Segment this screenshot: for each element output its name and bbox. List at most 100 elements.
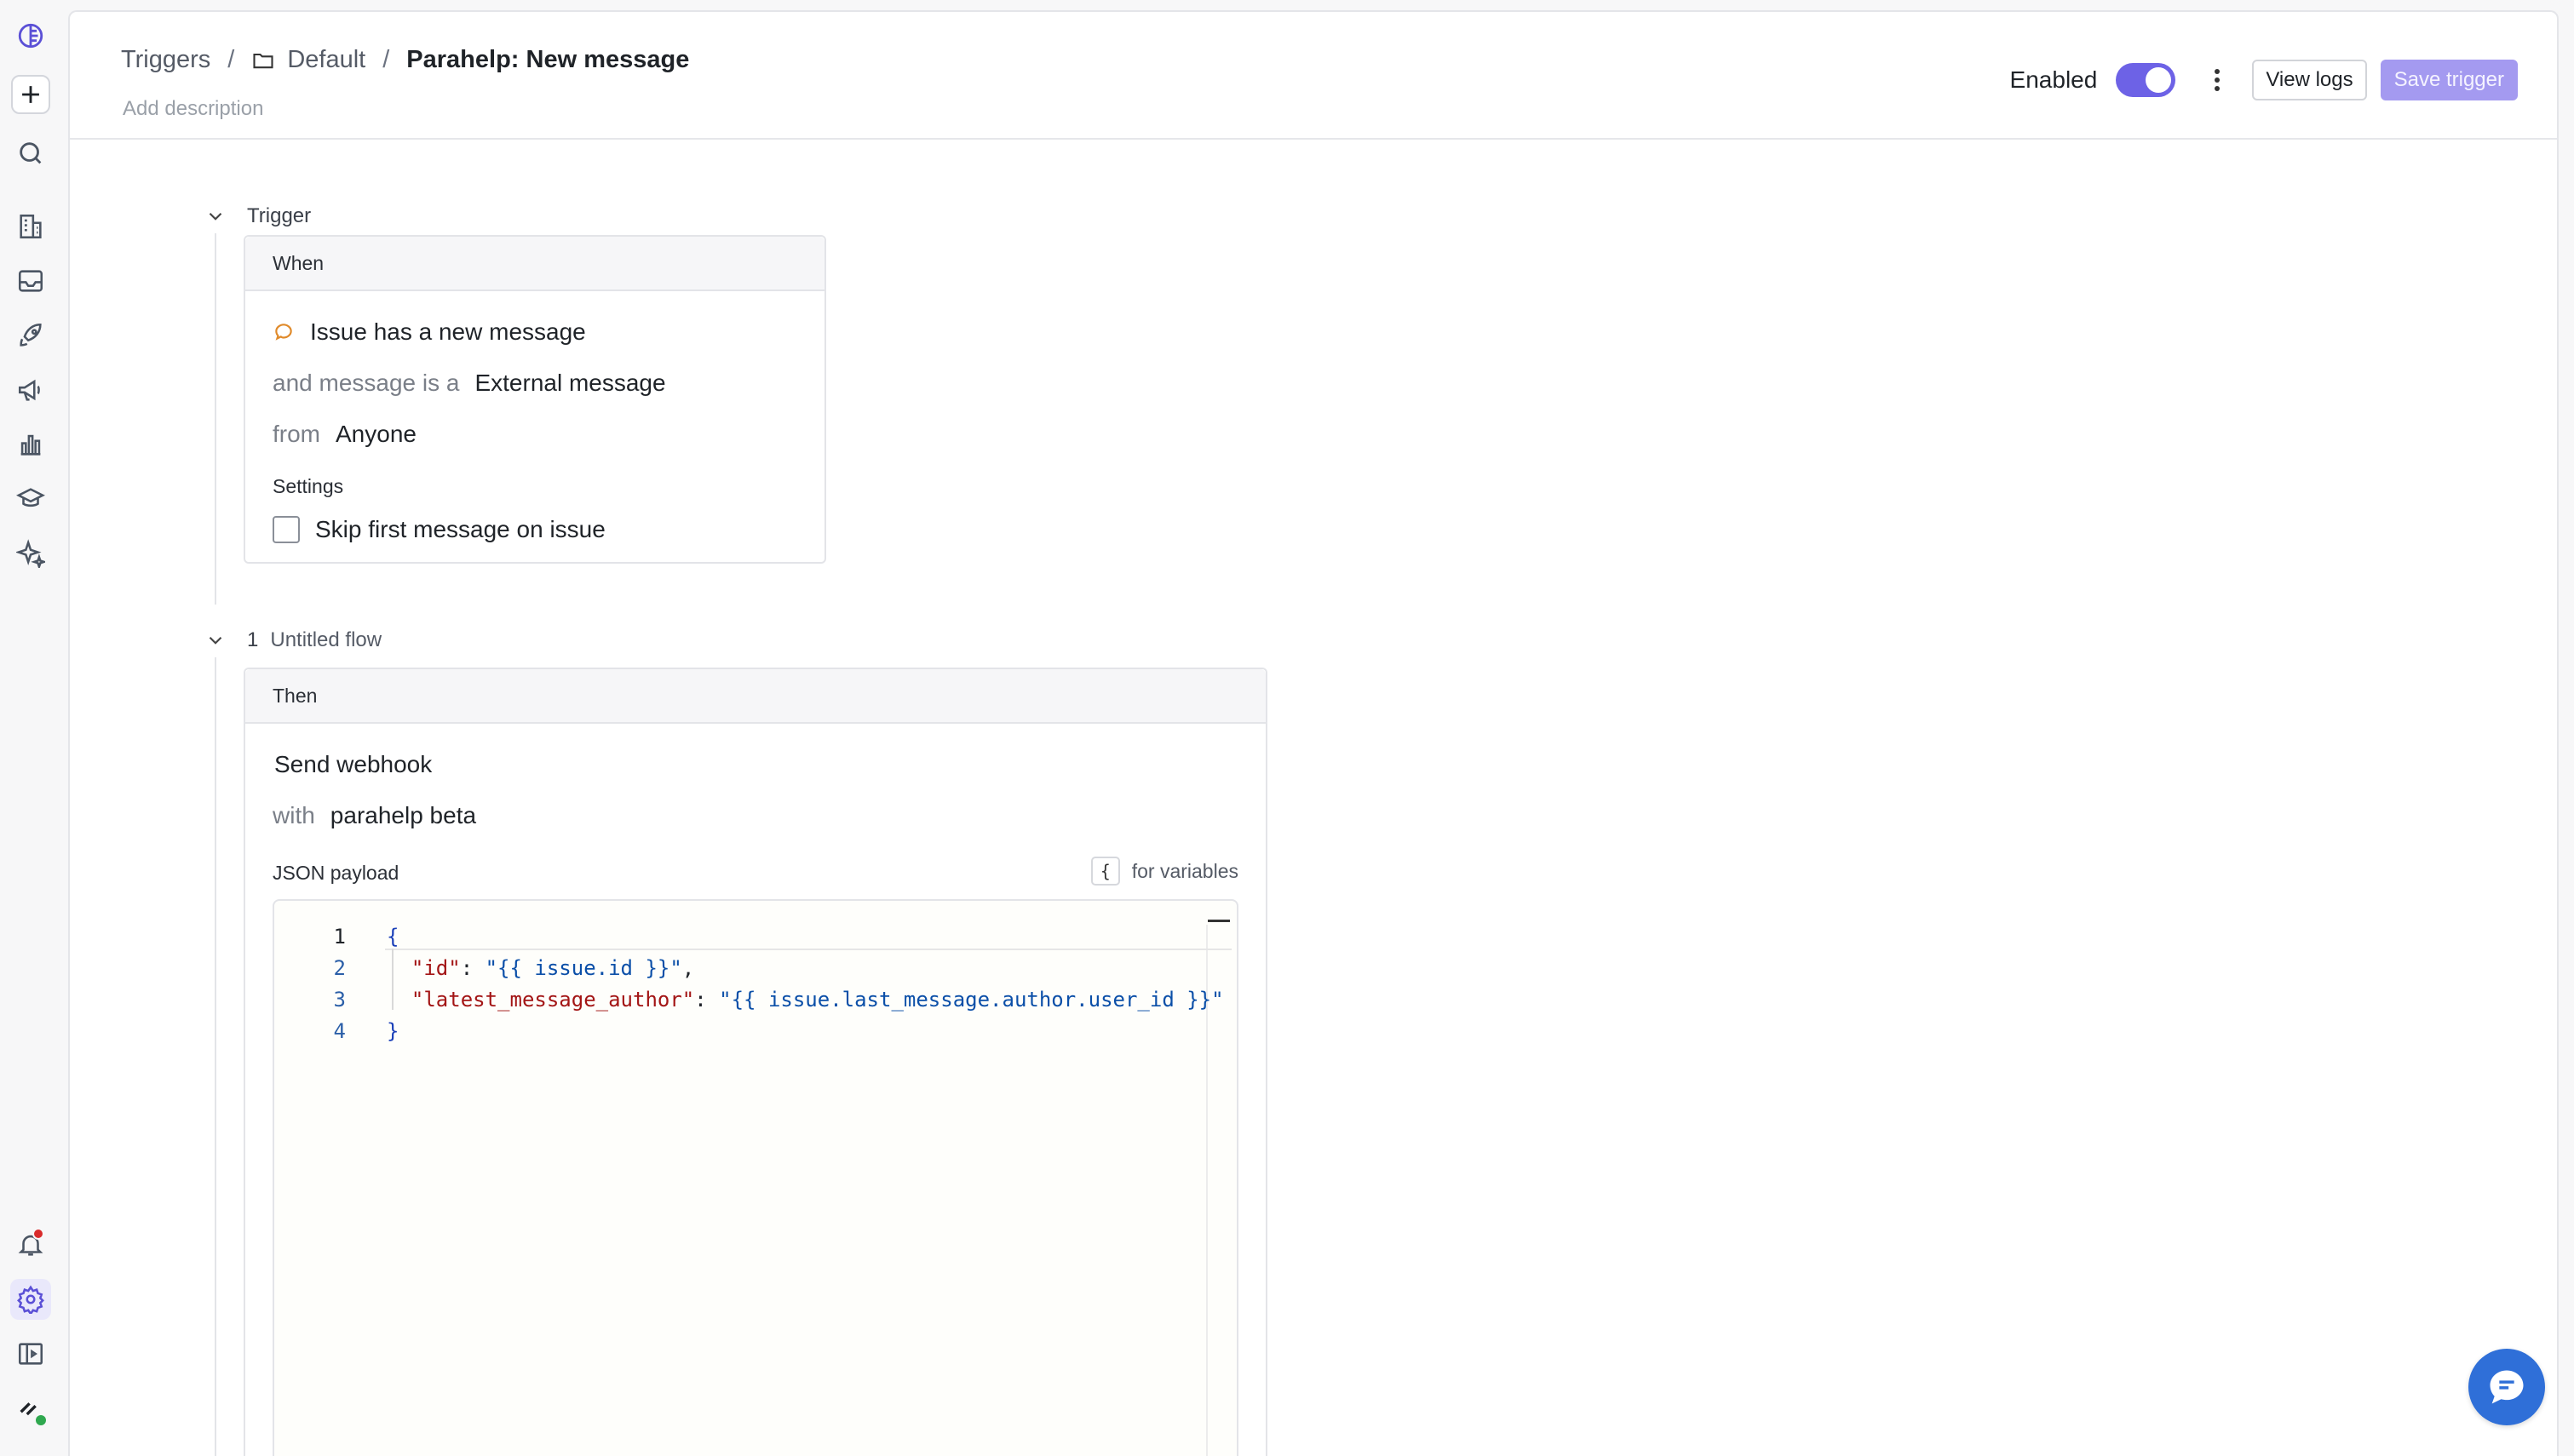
- skip-first-label: Skip first message on issue: [315, 516, 606, 542]
- event-row[interactable]: Issue has a new message: [273, 318, 586, 346]
- code-token: }: [387, 1019, 399, 1043]
- new-item-button[interactable]: [11, 75, 50, 114]
- logo-icon[interactable]: [10, 15, 51, 56]
- breadcrumb-separator: /: [382, 46, 390, 73]
- from-row: from Anyone: [273, 421, 417, 448]
- when-card-header: When: [245, 237, 824, 291]
- flow-number: 1: [247, 628, 259, 651]
- code-token: "{{ issue.last_message.author.user_id }}…: [719, 988, 1224, 1012]
- enabled-label: Enabled: [2009, 66, 2098, 93]
- inbox-icon[interactable]: [10, 261, 51, 301]
- flow-connector-line: [215, 657, 216, 1456]
- when-card: When Issue has a new message and message…: [244, 235, 826, 564]
- enabled-toggle[interactable]: [2116, 63, 2176, 97]
- breadcrumb-separator: /: [227, 46, 235, 73]
- breadcrumb: Triggers / Default / Parahelp: New messa…: [121, 46, 689, 74]
- webhook-select[interactable]: parahelp beta: [330, 802, 476, 829]
- from-select[interactable]: Anyone: [336, 421, 417, 448]
- toggle-knob: [2146, 67, 2172, 93]
- megaphone-icon[interactable]: [10, 370, 51, 410]
- variables-hint: { for variables: [1090, 857, 1238, 886]
- code-token: "id": [411, 956, 461, 980]
- message-type-select[interactable]: External message: [474, 370, 665, 397]
- save-trigger-button[interactable]: Save trigger: [2380, 60, 2518, 100]
- top-actions: Enabled View logs Save trigger: [2010, 60, 2518, 100]
- variables-hint-text: for variables: [1131, 859, 1238, 882]
- breadcrumb-folder-label: Default: [287, 46, 366, 73]
- json-payload-label: JSON payload: [273, 862, 399, 884]
- code-token: :: [460, 956, 485, 980]
- panel-icon[interactable]: [10, 1333, 51, 1374]
- search-icon[interactable]: [10, 133, 51, 174]
- message-type-prefix: and message is a: [273, 370, 460, 396]
- sparkles-icon[interactable]: [10, 533, 51, 574]
- bell-icon[interactable]: [10, 1224, 51, 1265]
- skip-first-checkbox[interactable]: [273, 516, 300, 543]
- settings-icon[interactable]: [10, 1279, 51, 1320]
- code-text: "id": "{{ issue.id }}",: [387, 956, 694, 980]
- line-number: 2: [333, 956, 346, 980]
- line-number: 1: [333, 925, 346, 949]
- code-line[interactable]: 4}: [274, 1016, 399, 1046]
- sidebar: [0, 0, 66, 1456]
- chat-icon: [2490, 1370, 2524, 1404]
- json-payload-editor[interactable]: 1{2 "id": "{{ issue.id }}", 3 "latest_mes…: [273, 899, 1238, 1456]
- page-title[interactable]: Parahelp: New message: [406, 46, 689, 74]
- then-card-header: Then: [245, 669, 1266, 724]
- app-root: Triggers / Default / Parahelp: New messa…: [0, 0, 2574, 1456]
- breadcrumb-triggers-link[interactable]: Triggers: [121, 46, 210, 74]
- code-line[interactable]: 3 "latest_message_author": "{{ issue.las…: [274, 984, 1224, 1015]
- code-token: ,: [681, 956, 695, 980]
- chevron-down-icon: [209, 212, 222, 221]
- folder-icon: [253, 53, 273, 68]
- trigger-section-header[interactable]: Trigger: [204, 204, 311, 228]
- code-token: "latest_message_author": [411, 988, 695, 1012]
- add-description-field[interactable]: Add description: [123, 97, 263, 121]
- rocket-icon[interactable]: [10, 315, 51, 356]
- flow-section-header[interactable]: 1 Untitled flow: [204, 628, 382, 652]
- chevron-down-icon: [209, 636, 222, 645]
- topbar: Triggers / Default / Parahelp: New messa…: [70, 12, 2557, 140]
- current-line-highlight: [385, 949, 1232, 950]
- from-prefix: from: [273, 421, 320, 447]
- line-number: 3: [333, 988, 346, 1012]
- event-label: Issue has a new message: [310, 318, 586, 345]
- with-row: with parahelp beta: [273, 802, 476, 829]
- code-text: {: [387, 925, 399, 949]
- code-line[interactable]: 1{: [274, 921, 399, 952]
- with-prefix: with: [273, 802, 315, 828]
- message-bubble-icon: [275, 324, 292, 341]
- graduation-cap-icon[interactable]: [10, 479, 51, 519]
- view-logs-button[interactable]: View logs: [2252, 60, 2367, 100]
- curly-brace-key-icon: {: [1090, 857, 1120, 886]
- chat-support-button[interactable]: [2468, 1349, 2545, 1425]
- notification-dot: [32, 1228, 44, 1240]
- code-text: }: [387, 1019, 399, 1043]
- code-text: "latest_message_author": "{{ issue.last_…: [387, 988, 1224, 1012]
- skip-first-row[interactable]: Skip first message on issue: [273, 516, 606, 543]
- more-options-icon[interactable]: [2204, 63, 2230, 97]
- chart-icon[interactable]: [10, 424, 51, 465]
- line-number: 4: [333, 1019, 346, 1043]
- online-status-dot: [36, 1415, 46, 1425]
- then-card: Then Send webhook with parahelp beta JSO…: [244, 668, 1267, 1456]
- flow-title[interactable]: Untitled flow: [270, 628, 382, 652]
- code-token: :: [694, 988, 720, 1012]
- code-token: {: [387, 925, 399, 949]
- editor-minimap: [1208, 920, 1230, 922]
- trigger-section-title: Trigger: [247, 204, 312, 227]
- code-line[interactable]: 2 "id": "{{ issue.id }}",: [274, 953, 695, 983]
- profile-icon[interactable]: [10, 1388, 51, 1429]
- message-type-row: and message is a External message: [273, 370, 666, 397]
- action-label: Send webhook: [274, 751, 433, 777]
- breadcrumb-folder-link[interactable]: Default: [251, 46, 365, 74]
- trigger-editor: Trigger When Issue has a new message and…: [70, 140, 2557, 1456]
- action-row[interactable]: Send webhook: [274, 751, 432, 778]
- code-token: "{{ issue.id }}": [485, 956, 682, 980]
- buildings-icon[interactable]: [10, 206, 51, 247]
- trigger-connector-line: [215, 233, 216, 605]
- main-panel: Triggers / Default / Parahelp: New messa…: [68, 10, 2559, 1456]
- settings-label: Settings: [273, 475, 344, 497]
